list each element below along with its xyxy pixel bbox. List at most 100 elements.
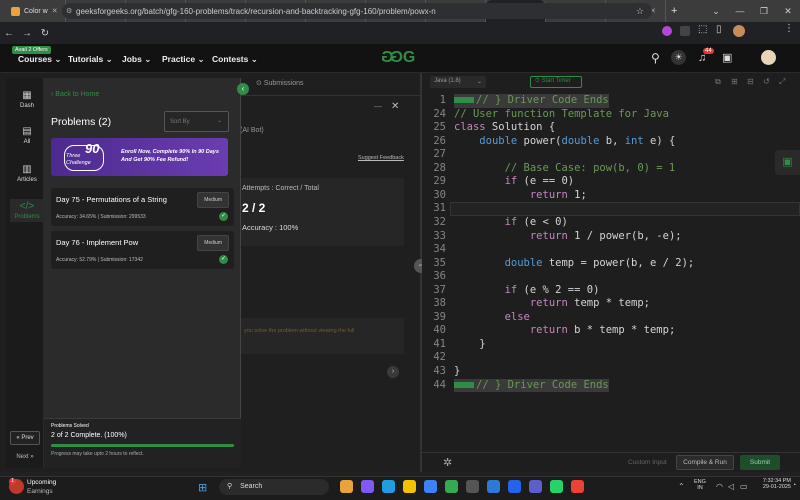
todo-icon[interactable]	[508, 480, 521, 493]
code-line-content: if (e == 0)	[454, 175, 575, 188]
code-line[interactable]: if (e % 2 == 0)	[454, 284, 600, 298]
notification-center-icon[interactable]: ◔	[792, 482, 796, 489]
extension-icon-2[interactable]	[680, 26, 690, 36]
chat-icon[interactable]: ▣	[722, 51, 732, 64]
sort-by-select[interactable]: Sort By ⌄	[164, 111, 229, 132]
code-tool-icon-1[interactable]: ⧉	[715, 77, 721, 87]
code-line[interactable]: double power(double b, int e) {	[454, 135, 675, 149]
copilot-icon[interactable]	[361, 480, 374, 493]
profile-avatar[interactable]	[733, 25, 745, 37]
windows-start-icon[interactable]: ⊞	[198, 481, 207, 494]
compile-run-button[interactable]: Compile & Run	[676, 455, 734, 470]
code-line[interactable]: }	[454, 338, 485, 352]
scroll-next-icon[interactable]: ›	[387, 366, 399, 378]
start-timer-button[interactable]: ⏱ Start Timer	[530, 76, 582, 88]
volume-icon[interactable]: ◁	[728, 482, 734, 491]
folded-region-marker[interactable]	[454, 381, 474, 388]
sidebar-item-articles[interactable]: ▥ Articles	[10, 164, 44, 183]
widgets-icon[interactable]	[340, 480, 353, 493]
tab-search-icon[interactable]: ⌄	[704, 0, 728, 22]
ai-assist-icon[interactable]: ✲	[443, 456, 452, 469]
problem-card[interactable]: Day 75 - Permutations of a String Medium A…	[51, 188, 234, 226]
gfg-logo[interactable]: GGG	[384, 49, 415, 67]
code-line[interactable]: return b * temp * temp;	[454, 324, 675, 338]
new-tab-button[interactable]: +	[666, 0, 682, 22]
user-avatar[interactable]	[761, 50, 776, 65]
close-window-icon[interactable]: ✕	[776, 0, 800, 22]
code-line[interactable]: // User function Template for Java	[454, 108, 669, 122]
fullscreen-icon[interactable]: ⤢	[779, 77, 785, 87]
taskbar-search[interactable]: ⚲ Search	[219, 479, 329, 495]
back-arrow-icon[interactable]: ←	[0, 28, 18, 39]
site-info-icon[interactable]: ⚙	[66, 7, 72, 15]
code-tool-icon-2[interactable]: ⊞	[731, 77, 738, 86]
clock[interactable]: 7:32:34 PM 29-01-2025	[753, 478, 791, 490]
code-line[interactable]: return temp * temp;	[454, 297, 650, 311]
maximize-icon[interactable]: ❐	[752, 0, 776, 22]
battery-icon[interactable]: ▭	[740, 482, 748, 491]
language-select[interactable]: Java (1.8) ⌄	[430, 76, 486, 88]
store-icon[interactable]	[424, 480, 437, 493]
url-bar[interactable]: ⚙ geeksforgeeks.org/batch/gfg-160-proble…	[62, 3, 652, 19]
puzzle-extensions-icon[interactable]: ⬚	[698, 24, 707, 35]
custom-input-toggle[interactable]: Custom Input	[628, 459, 667, 466]
sidebar-item-all[interactable]: ▤ All	[10, 126, 44, 145]
sidebar-item-dash[interactable]: ▦ Dash	[10, 90, 44, 109]
submissions-tab[interactable]: ⊙ Submissions	[256, 79, 304, 87]
minimize-icon[interactable]: —	[728, 0, 752, 22]
code-line[interactable]: if (e < 0)	[454, 216, 568, 230]
edge-icon[interactable]	[382, 480, 395, 493]
folded-region-marker[interactable]	[454, 97, 474, 103]
submit-button[interactable]: Submit	[740, 455, 780, 470]
code-line[interactable]: // } Driver Code Ends	[454, 94, 609, 108]
back-to-home-label: Back to Home	[55, 91, 100, 98]
chat-bubble-icon[interactable]: ▣	[775, 150, 800, 175]
next-button[interactable]: Next »	[10, 451, 40, 465]
tray-chevron-icon[interactable]: ⌃	[678, 482, 685, 491]
bookmark-star-icon[interactable]: ☆	[636, 6, 644, 17]
code-line[interactable]: }	[454, 365, 460, 379]
nav-courses[interactable]: Courses ⌄	[18, 54, 62, 65]
nav-practice[interactable]: Practice ⌄	[162, 54, 205, 65]
code-line[interactable]: // Base Case: pow(b, 0) = 1	[454, 162, 676, 176]
sidebar-item-problems[interactable]: </> Problems	[10, 199, 44, 222]
code-line[interactable]: class Solution {	[454, 121, 555, 135]
terminal-icon[interactable]	[466, 480, 479, 493]
close-panel-icon[interactable]: ✕	[391, 101, 399, 112]
browser-tab[interactable]: Color w ✕	[6, 0, 66, 22]
reset-code-icon[interactable]: ↺	[763, 77, 770, 86]
back-to-home-link[interactable]: ‹ Back to Home	[51, 91, 99, 98]
suggest-feedback-link[interactable]: Suggest Feedback	[358, 155, 404, 161]
teams-icon[interactable]	[529, 480, 542, 493]
file-explorer-icon[interactable]	[403, 480, 416, 493]
theme-toggle-icon[interactable]: ☀	[671, 50, 686, 65]
code-tool-icon-3[interactable]: ⊟	[747, 77, 754, 86]
language-indicator[interactable]: ENG IN	[694, 479, 706, 491]
problem-card[interactable]: Day 76 - Implement Pow Medium Accuracy: 52…	[51, 231, 234, 269]
wifi-icon[interactable]: ◠	[716, 482, 723, 491]
chrome-profile-icon[interactable]	[571, 480, 584, 493]
nav-tutorials[interactable]: Tutorials ⌄	[68, 54, 113, 65]
sidebar-toggle-icon[interactable]: ▯	[716, 24, 722, 35]
code-line[interactable]: double temp = power(b, e / 2);	[454, 257, 695, 271]
extension-icon[interactable]	[662, 26, 672, 36]
minimize-panel-icon[interactable]: —	[374, 102, 382, 111]
chrome-icon[interactable]	[445, 480, 458, 493]
code-line[interactable]: return 1;	[454, 189, 587, 203]
code-line[interactable]: // } Driver Code Ends	[454, 378, 609, 393]
search-icon[interactable]: ⚲	[651, 51, 660, 65]
code-line[interactable]: else	[454, 311, 530, 325]
prev-button[interactable]: « Prev	[10, 431, 40, 445]
tab-close-icon[interactable]: ✕	[52, 7, 58, 15]
whatsapp-icon[interactable]	[550, 480, 563, 493]
offer-badge[interactable]: Avail 2 Offers	[12, 46, 51, 54]
nav-contests[interactable]: Contests ⌄	[212, 54, 258, 65]
nav-jobs[interactable]: Jobs ⌄	[122, 54, 151, 65]
collapse-drawer-icon[interactable]: ‹	[237, 83, 249, 95]
forward-arrow-icon[interactable]: →	[18, 28, 36, 39]
vscode-icon[interactable]	[487, 480, 500, 493]
reload-icon[interactable]: ↻	[36, 28, 54, 39]
code-line[interactable]: return 1 / power(b, -e);	[454, 230, 682, 244]
code-line[interactable]: if (e == 0)	[454, 175, 575, 189]
browser-menu-icon[interactable]: ⋮	[784, 23, 794, 34]
